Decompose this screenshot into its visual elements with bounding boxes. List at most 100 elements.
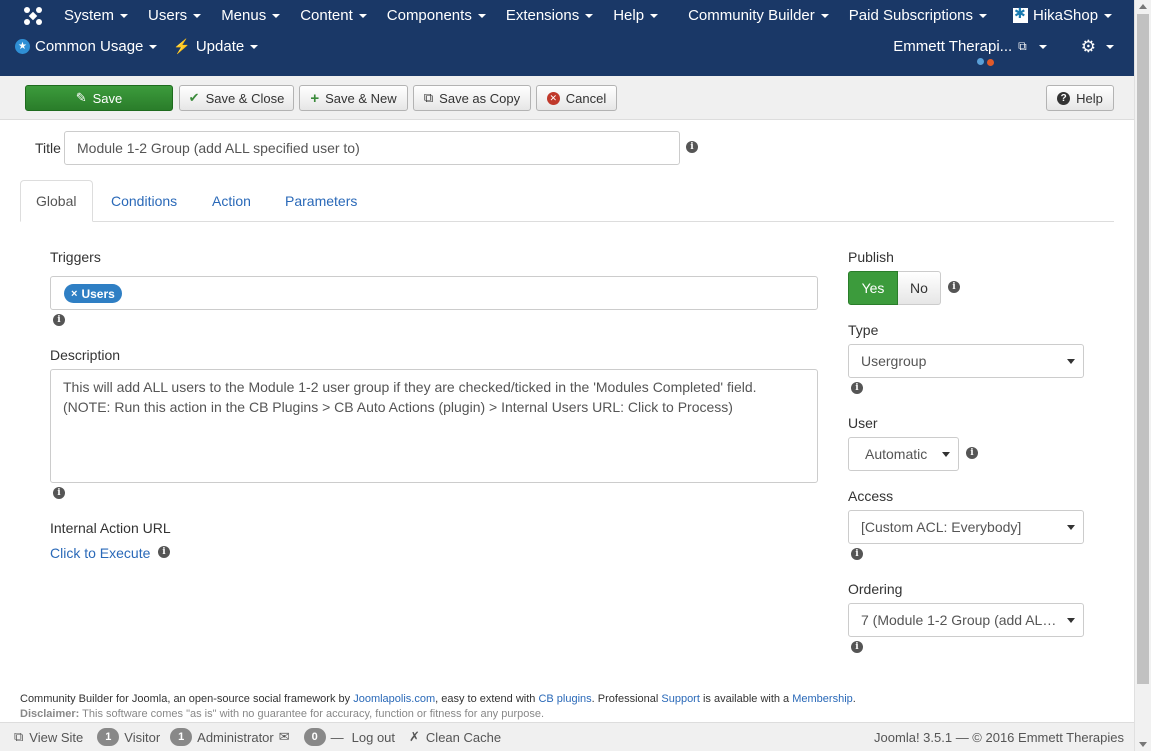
menu-help-label: Help — [613, 7, 645, 24]
user-settings-menu[interactable]: ⚙ — [1071, 37, 1134, 57]
vertical-scrollbar[interactable] — [1134, 0, 1151, 751]
menu-update-label: Update — [195, 38, 245, 55]
save-new-button[interactable]: + Save & New — [299, 85, 408, 111]
disclaimer: Disclaimer: This software comes "as is" … — [20, 708, 544, 720]
hikashop-icon — [1013, 5, 1029, 23]
chevron-down-icon — [1067, 618, 1075, 623]
ordering-select[interactable]: 7 (Module 1-2 Group (add ALL specified u… — [848, 603, 1084, 637]
edit-icon: ✎ — [75, 90, 87, 105]
administrator-label: Administrator — [197, 729, 274, 745]
visitor-label: Visitor — [124, 729, 161, 745]
clean-cache-link[interactable]: ✗ Clean Cache — [409, 729, 501, 745]
chevron-down-icon — [1067, 359, 1075, 364]
support-link[interactable]: Support — [661, 693, 700, 705]
view-site-link[interactable]: ⧉ View Site — [14, 729, 83, 745]
access-select[interactable]: [Custom ACL: Everybody] — [848, 510, 1084, 544]
message-count-badge: 0 — [303, 728, 326, 746]
joomlapolis-link[interactable]: Joomlapolis.com — [353, 693, 435, 705]
info-icon[interactable]: i — [158, 546, 170, 558]
chevron-down-icon — [1104, 13, 1113, 18]
cb-plugins-link[interactable]: CB plugins — [538, 693, 591, 705]
save-copy-label: Save as Copy — [439, 90, 521, 106]
scroll-down-icon[interactable] — [1139, 742, 1147, 747]
menu-help[interactable]: Help — [603, 7, 668, 24]
access-value: [Custom ACL: Everybody] — [861, 519, 1022, 535]
save-close-button[interactable]: ✔ Save & Close — [179, 85, 294, 111]
triggers-label: Triggers — [50, 249, 101, 265]
cancel-button[interactable]: ✕ Cancel — [536, 85, 617, 111]
info-icon[interactable]: i — [686, 141, 698, 153]
menu-common-usage[interactable]: ★ Common Usage — [0, 38, 167, 55]
footer-text-part: is available with a — [699, 693, 793, 705]
info-icon[interactable]: i — [851, 548, 863, 560]
menu-users-label: Users — [148, 7, 188, 24]
menu-components[interactable]: Components — [377, 7, 496, 24]
log-out-link[interactable]: Log out — [352, 730, 395, 745]
info-icon[interactable]: i — [966, 447, 978, 459]
triggers-select[interactable]: × Users — [50, 276, 818, 310]
menu-content-label: Content — [300, 7, 353, 24]
dot-orange — [987, 59, 994, 66]
help-button[interactable]: ? Help — [1046, 85, 1114, 111]
joomla-logo-icon[interactable] — [22, 5, 44, 27]
bolt-icon: ⚡ — [173, 38, 191, 54]
menu-system[interactable]: System — [54, 7, 138, 24]
publish-yes-button[interactable]: Yes — [848, 271, 898, 305]
menu-components-label: Components — [386, 7, 472, 24]
disclaimer-text: This software comes "as is" with no guar… — [79, 708, 545, 720]
click-to-execute-link[interactable]: Click to Execute — [50, 545, 150, 561]
scroll-up-icon[interactable] — [1139, 4, 1147, 9]
save-button[interactable]: ✎ Save — [25, 85, 173, 111]
dot-blue — [977, 58, 984, 65]
footer-text-part: , easy to extend with — [435, 693, 539, 705]
menu-content[interactable]: Content — [290, 7, 377, 24]
membership-link[interactable]: Membership — [792, 693, 853, 705]
access-label: Access — [848, 488, 894, 504]
menu-update[interactable]: ⚡ Update — [167, 38, 268, 55]
footer-text-part: . Professional — [591, 693, 662, 705]
internal-url-label: Internal Action URL — [50, 520, 171, 536]
menu-paid-subscriptions[interactable]: Paid Subscriptions — [839, 7, 997, 24]
visitor-status[interactable]: 1 Visitor — [97, 728, 160, 746]
chevron-down-icon — [585, 13, 594, 18]
info-icon[interactable]: i — [53, 314, 65, 326]
visitor-count-badge: 1 — [97, 728, 120, 746]
menu-community-builder[interactable]: Community Builder — [678, 7, 839, 24]
type-select[interactable]: Usergroup — [848, 344, 1084, 378]
tab-action[interactable]: Action — [197, 180, 266, 222]
trigger-tag[interactable]: × Users — [64, 284, 122, 303]
tab-conditions[interactable]: Conditions — [96, 180, 192, 222]
disclaimer-label: Disclaimer: — [20, 708, 80, 720]
toolbar: ✎ Save ✔ Save & Close + Save & New ⧉ Save as… — [0, 76, 1134, 120]
scroll-thumb[interactable] — [1137, 14, 1149, 684]
chevron-down-icon — [358, 13, 367, 18]
menu-extensions-label: Extensions — [505, 7, 580, 24]
menu-menus[interactable]: Menus — [211, 7, 290, 24]
type-label: Type — [848, 322, 879, 338]
info-icon[interactable]: i — [851, 641, 863, 653]
footer-text-part: Community Builder for Joomla, an open-so… — [20, 693, 354, 705]
info-icon[interactable]: i — [53, 487, 65, 499]
tab-parameters-label: Parameters — [285, 193, 358, 209]
remove-tag-icon[interactable]: × — [71, 288, 77, 300]
site-name-link[interactable]: Emmett Therapi... ⧉ — [883, 38, 1057, 55]
messages-status[interactable]: 0— — [303, 728, 344, 746]
menu-extensions[interactable]: Extensions — [496, 7, 603, 24]
cancel-icon: ✕ — [546, 91, 560, 105]
tab-global[interactable]: Global — [20, 180, 93, 222]
title-input[interactable] — [64, 131, 680, 165]
menu-users[interactable]: Users — [138, 7, 211, 24]
description-label: Description — [50, 347, 121, 363]
menu-hikashop[interactable]: HikaShop — [1003, 5, 1122, 24]
administrator-status[interactable]: 1 Administrator ✉ — [170, 728, 290, 746]
minus-icon: — — [330, 729, 344, 745]
save-copy-button[interactable]: ⧉ Save as Copy — [413, 85, 531, 111]
info-icon[interactable]: i — [948, 281, 960, 293]
tab-parameters[interactable]: Parameters — [270, 180, 372, 222]
user-select[interactable]: Automatic — [848, 437, 959, 471]
description-textarea[interactable]: This will add ALL users to the Module 1-… — [50, 369, 818, 483]
publish-no-button[interactable]: No — [898, 271, 941, 305]
gear-icon: ⚙ — [1080, 36, 1096, 56]
info-icon[interactable]: i — [851, 382, 863, 394]
external-link-icon: ⧉ — [1018, 39, 1027, 53]
